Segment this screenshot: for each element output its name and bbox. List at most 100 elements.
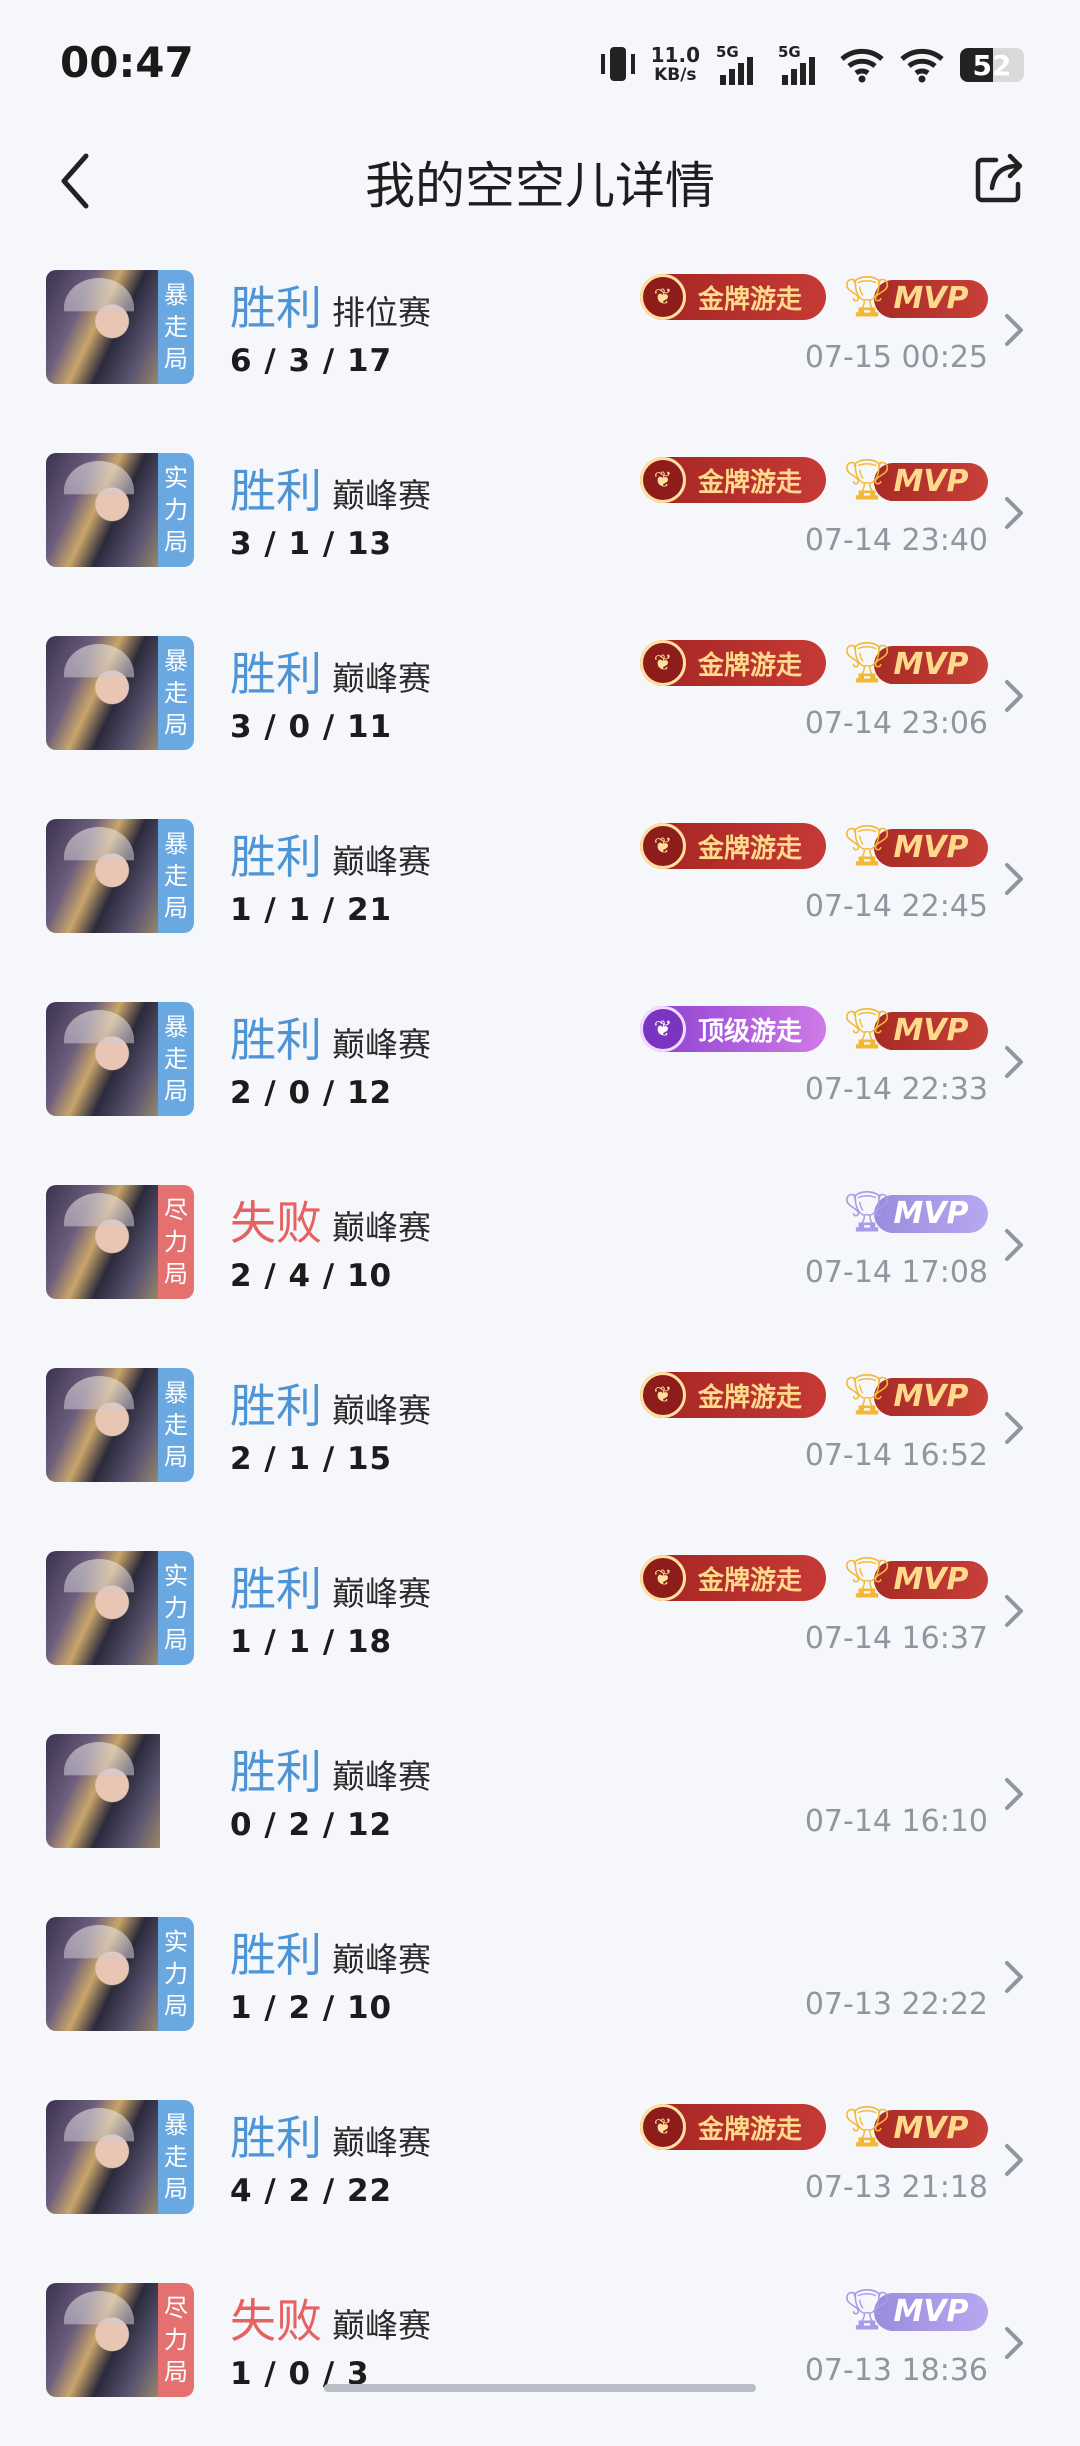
match-tag-char: 局 [164, 1992, 188, 2020]
match-tag-char: 局 [164, 2358, 188, 2386]
match-row[interactable]: 暴走局 胜利 巅峰赛 2 / 0 / 12 ❦ 顶级游走 MVP 🏆︎ 07-1… [0, 982, 1080, 1165]
share-icon[interactable] [970, 148, 1030, 208]
match-row[interactable]: 暴走局 胜利 巅峰赛 4 / 2 / 22 ❦ 金牌游走 MVP 🏆︎ 07-1… [0, 2080, 1080, 2263]
hero-portrait [46, 1185, 160, 1299]
match-tag-char: 局 [164, 1260, 188, 1288]
chevron-right-icon[interactable] [1002, 1042, 1026, 1082]
match-tag-char: 暴 [164, 1379, 188, 1407]
match-row[interactable]: 实力局 胜利 巅峰赛 1 / 2 / 10 07-13 22:22 [0, 1897, 1080, 2080]
match-tag: 暴走局 [158, 2100, 194, 2214]
match-time: 07-14 16:52 [804, 1438, 988, 1473]
match-tag-char: 尽 [164, 1196, 188, 1224]
hero-avatar [46, 1734, 194, 1848]
match-tag: 暴走局 [158, 636, 194, 750]
chevron-right-icon[interactable] [1002, 676, 1026, 716]
trophy-icon: 🏆︎ [841, 1372, 893, 1418]
match-row[interactable]: 实力局 胜利 巅峰赛 1 / 1 / 18 ❦ 金牌游走 MVP 🏆︎ 07-1… [0, 1531, 1080, 1714]
match-row[interactable]: 暴走局 胜利 巅峰赛 3 / 0 / 11 ❦ 金牌游走 MVP 🏆︎ 07-1… [0, 616, 1080, 799]
chevron-right-icon[interactable] [1002, 2323, 1026, 2363]
trophy-icon: 🏆︎ [841, 823, 893, 869]
match-time: 07-14 16:37 [804, 1621, 988, 1656]
signal-icon-sim2: 5G [778, 43, 824, 87]
title-badge: ❦ 金牌游走 [640, 274, 826, 320]
match-row[interactable]: 暴走局 胜利 巅峰赛 1 / 1 / 21 ❦ 金牌游走 MVP 🏆︎ 07-1… [0, 799, 1080, 982]
wings-emblem-icon: ❦ [640, 274, 686, 320]
match-mode: 巅峰赛 [332, 2306, 431, 2345]
match-tag-char: 走 [164, 2143, 188, 2171]
match-time: 07-14 23:40 [804, 523, 988, 558]
match-tag: 实力局 [158, 453, 194, 567]
match-row[interactable]: 胜利 巅峰赛 0 / 2 / 12 07-14 16:10 [0, 1714, 1080, 1897]
chevron-right-icon[interactable] [1002, 1225, 1026, 1265]
match-mode: 巅峰赛 [332, 2123, 431, 2162]
status-icons: 11.0 KB/s 5G 5G 52 [600, 40, 1024, 90]
match-tag-char: 力 [164, 1960, 188, 1988]
match-badges: ❦ 金牌游走 MVP 🏆︎ [640, 2104, 988, 2150]
match-tag-char: 走 [164, 862, 188, 890]
title-badge-label: 金牌游走 [698, 1565, 803, 1596]
match-badges: ❦ 金牌游走 MVP 🏆︎ [640, 1372, 988, 1418]
match-tag-char: 走 [164, 313, 188, 341]
chevron-right-icon[interactable] [1002, 1408, 1026, 1448]
match-time: 07-14 16:10 [804, 1804, 988, 1839]
match-kda: 3 / 1 / 13 [230, 526, 393, 562]
chevron-right-icon[interactable] [1002, 1774, 1026, 1814]
match-result: 失败 [230, 2294, 322, 2348]
match-row[interactable]: 暴走局 胜利 排位赛 6 / 3 / 17 ❦ 金牌游走 MVP 🏆︎ 07-1… [0, 250, 1080, 433]
chevron-right-icon[interactable] [1002, 310, 1026, 350]
title-badge-label: 金牌游走 [698, 2114, 803, 2145]
hero-portrait [46, 453, 160, 567]
hero-avatar: 暴走局 [46, 270, 194, 384]
trophy-icon: 🏆︎ [841, 1189, 893, 1235]
match-tag-char: 走 [164, 1411, 188, 1439]
chevron-right-icon[interactable] [1002, 859, 1026, 899]
chevron-right-icon[interactable] [1002, 1957, 1026, 1997]
match-list: 暴走局 胜利 排位赛 6 / 3 / 17 ❦ 金牌游走 MVP 🏆︎ 07-1… [0, 250, 1080, 2446]
chevron-right-icon[interactable] [1002, 2140, 1026, 2180]
match-tag-char: 力 [164, 2326, 188, 2354]
match-time: 07-14 23:06 [804, 706, 988, 741]
match-result: 胜利 [230, 1745, 322, 1799]
match-result: 失败 [230, 1196, 322, 1250]
hero-portrait [46, 819, 160, 933]
match-mode: 巅峰赛 [332, 476, 431, 515]
match-row[interactable]: 暴走局 胜利 巅峰赛 2 / 1 / 15 ❦ 金牌游走 MVP 🏆︎ 07-1… [0, 1348, 1080, 1531]
title-badge-label: 金牌游走 [698, 284, 803, 315]
battery-level: 52 [972, 49, 1012, 82]
match-tag-char: 尽 [164, 2294, 188, 2322]
hero-portrait [46, 1917, 160, 2031]
match-tag-char: 局 [164, 894, 188, 922]
mvp-badge: MVP 🏆︎ [840, 1189, 988, 1235]
title-badge-label: 金牌游走 [698, 833, 803, 864]
match-tag-char: 暴 [164, 2111, 188, 2139]
match-tag-char: 实 [164, 1562, 188, 1590]
title-badge: ❦ 金牌游走 [640, 1372, 826, 1418]
match-tag: 尽力局 [158, 2283, 194, 2397]
chevron-right-icon[interactable] [1002, 493, 1026, 533]
match-tag: 暴走局 [158, 1368, 194, 1482]
title-badge: ❦ 金牌游走 [640, 2104, 826, 2150]
match-tag: 暴走局 [158, 1002, 194, 1116]
trophy-icon: 🏆︎ [841, 2287, 893, 2333]
match-kda: 0 / 2 / 12 [230, 1807, 393, 1843]
mvp-badge: MVP 🏆︎ [840, 1006, 988, 1052]
match-row[interactable]: 尽力局 失败 巅峰赛 1 / 0 / 3 MVP 🏆︎ 07-13 18:36 [0, 2263, 1080, 2446]
network-speed: 11.0 KB/s [651, 45, 700, 85]
match-kda: 1 / 1 / 18 [230, 1624, 393, 1660]
match-badges: MVP 🏆︎ [840, 2287, 988, 2333]
match-tag-char: 暴 [164, 830, 188, 858]
match-row[interactable]: 尽力局 失败 巅峰赛 2 / 4 / 10 MVP 🏆︎ 07-14 17:08 [0, 1165, 1080, 1348]
match-tag: 暴走局 [158, 819, 194, 933]
match-result: 胜利 [230, 1379, 322, 1433]
hero-avatar: 暴走局 [46, 2100, 194, 2214]
network-speed-value: 11.0 [650, 43, 700, 67]
match-tag-char: 走 [164, 679, 188, 707]
match-row[interactable]: 实力局 胜利 巅峰赛 3 / 1 / 13 ❦ 金牌游走 MVP 🏆︎ 07-1… [0, 433, 1080, 616]
hero-avatar: 实力局 [46, 1917, 194, 2031]
status-bar: 00:47 11.0 KB/s 5G 5G 52 [0, 0, 1080, 120]
chevron-right-icon[interactable] [1002, 1591, 1026, 1631]
hero-avatar: 尽力局 [46, 1185, 194, 1299]
match-kda: 6 / 3 / 17 [230, 343, 393, 379]
home-indicator[interactable] [324, 2384, 756, 2392]
wings-emblem-icon: ❦ [640, 640, 686, 686]
